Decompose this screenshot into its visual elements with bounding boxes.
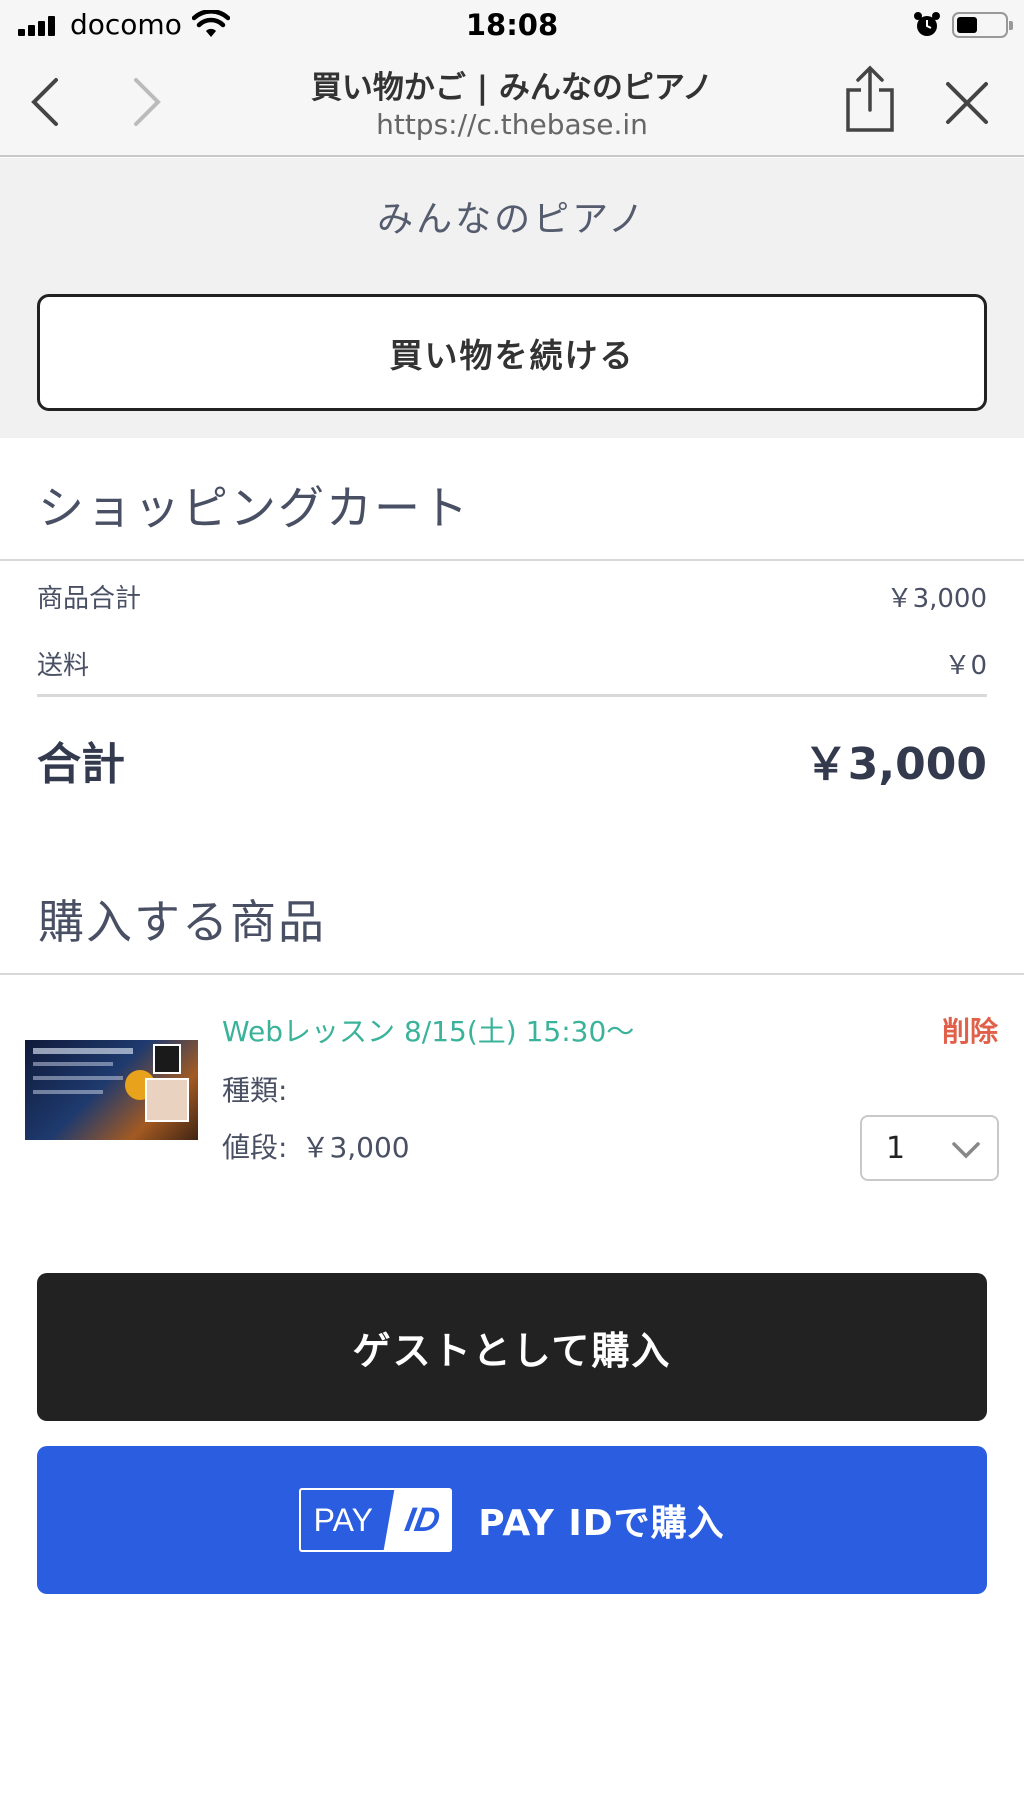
share-icon[interactable] [842,64,898,134]
payid-logo: PAY ID [299,1488,453,1552]
alarm-icon [914,12,940,36]
cart-title: ショッピングカート [38,481,470,535]
shop-name[interactable]: みんなのピアノ [0,190,1024,242]
total-label: 合計 [37,739,125,790]
guest-purchase-button[interactable]: ゲストとして購入 [37,1273,987,1421]
subtotal-label: 商品合計 [37,584,142,614]
close-icon[interactable] [942,78,992,128]
price-label: 値段: [222,1131,288,1164]
status-bar: docomo 18:08 [0,0,1024,50]
chevron-down-icon [952,1142,980,1159]
product-name-link[interactable]: Webレッスン 8/15(土) 15:30〜 [222,1010,634,1050]
total-value: ￥3,000 [803,739,987,790]
battery-icon [952,12,1013,38]
clock: 18:08 [465,8,559,42]
subtotal-value: ￥3,000 [886,584,987,614]
payid-purchase-button[interactable]: PAY ID PAY IDで購入 [37,1446,987,1594]
shipping-value: ￥0 [944,651,987,681]
browser-toolbar: 買い物かご | みんなのピアノ https://c.thebase.in [0,50,1024,157]
payid-purchase-label: PAY IDで購入 [478,1503,725,1544]
payid-logo-id: ID [384,1490,451,1550]
items-title: 購入する商品 [38,895,326,949]
divider [0,973,1024,975]
product-type: 種類: [222,1074,288,1107]
product-price: 値段: ￥3,000 [222,1126,410,1166]
divider [0,559,1024,561]
price-value: ￥3,000 [301,1131,410,1164]
quantity-select[interactable]: 1 [860,1115,999,1181]
quantity-value: 1 [886,1131,906,1166]
product-thumbnail[interactable] [25,1040,198,1140]
payid-logo-pay: PAY [313,1501,373,1538]
shop-header: みんなのピアノ 買い物を続ける [0,158,1024,438]
delete-button[interactable]: 削除 [942,1010,998,1050]
continue-shopping-button[interactable]: 買い物を続ける [37,294,987,411]
divider [37,694,987,697]
shipping-label: 送料 [37,651,90,681]
